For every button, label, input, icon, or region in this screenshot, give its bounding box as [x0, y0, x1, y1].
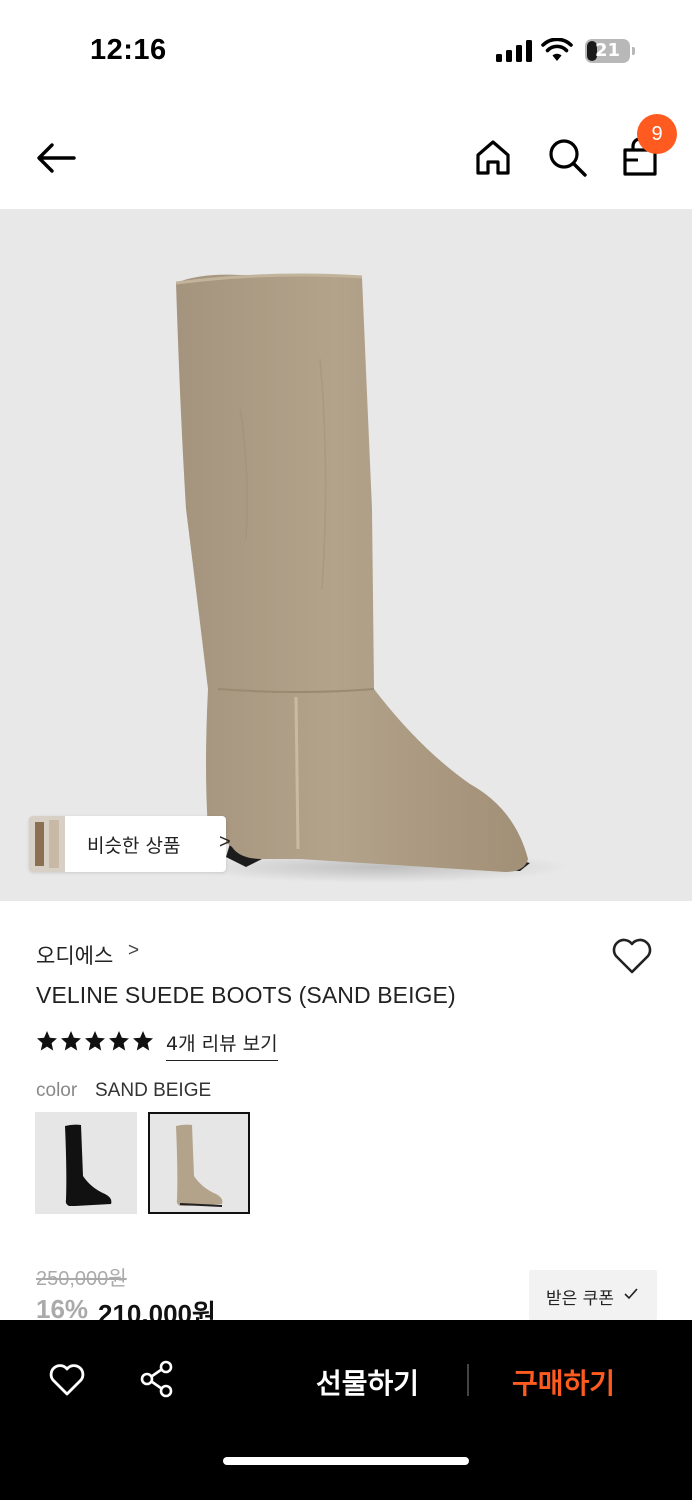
- star-icon: [133, 1031, 153, 1051]
- coupon-label: 받은 쿠폰: [546, 1289, 614, 1309]
- review-link[interactable]: 4개 리뷰 보기: [166, 1029, 278, 1061]
- share-icon[interactable]: [139, 1360, 175, 1398]
- status-bar: 12:16 21: [0, 0, 692, 100]
- color-value: SAND BEIGE: [95, 1080, 212, 1101]
- search-icon[interactable]: [546, 136, 588, 178]
- cellular-signal-icon: [496, 40, 532, 62]
- color-swatch-black[interactable]: [35, 1112, 137, 1214]
- check-icon: [624, 1288, 638, 1300]
- product-title: VELINE SUEDE BOOTS (SAND BEIGE): [36, 982, 456, 1008]
- star-icon: [109, 1031, 129, 1051]
- cart-count-badge: 9: [637, 114, 677, 154]
- back-arrow-icon[interactable]: [34, 136, 78, 180]
- bottom-action-bar: 선물하기 구매하기: [0, 1320, 692, 1500]
- brand-link[interactable]: 오디에스: [36, 940, 113, 970]
- similar-products-button[interactable]: 비슷한 상품 >: [29, 816, 231, 872]
- product-image[interactable]: [0, 209, 692, 901]
- battery-level-text: 21: [594, 40, 621, 61]
- home-indicator: [223, 1457, 469, 1465]
- wifi-icon: [541, 38, 573, 61]
- coupon-button[interactable]: 받은 쿠폰: [529, 1270, 657, 1320]
- similar-product-thumbnail: [29, 816, 65, 872]
- color-swatch-sand-beige[interactable]: [148, 1112, 250, 1214]
- similar-products-label: 비슷한 상품: [87, 835, 181, 857]
- wishlist-heart-icon[interactable]: [48, 1362, 86, 1398]
- star-icon: [37, 1031, 57, 1051]
- gift-button[interactable]: 선물하기: [316, 1362, 419, 1402]
- original-price: 250,000원: [36, 1268, 127, 1290]
- boot-illustration: [175, 273, 570, 883]
- chevron-right-icon: >: [219, 831, 231, 853]
- battery-icon: 21: [585, 39, 635, 63]
- status-time: 12:16: [90, 34, 167, 66]
- star-icon: [85, 1031, 105, 1051]
- brand-chevron-icon: >: [128, 940, 140, 961]
- buy-button[interactable]: 구매하기: [512, 1362, 615, 1402]
- divider: [467, 1364, 469, 1396]
- app-header: [0, 110, 692, 208]
- color-label: color: [36, 1080, 78, 1101]
- wishlist-heart-icon[interactable]: [610, 936, 654, 976]
- rating-stars: [36, 1030, 156, 1056]
- home-icon[interactable]: [472, 136, 514, 178]
- star-icon: [61, 1031, 81, 1051]
